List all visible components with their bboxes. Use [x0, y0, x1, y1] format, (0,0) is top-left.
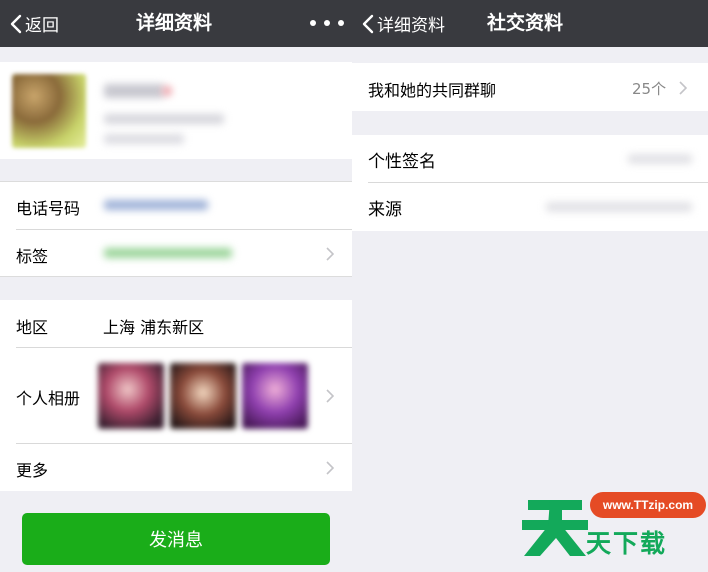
chevron-right-icon [326, 247, 334, 261]
send-message-button[interactable]: 发消息 [22, 513, 330, 565]
chevron-right-icon [679, 81, 687, 95]
extra-info-section: 地区 上海 浦东新区 个人相册 更多 [0, 300, 352, 491]
group-chats-row[interactable]: 我和她的共同群聊 25个 [352, 63, 708, 111]
watermark-text: 天下载 [586, 529, 668, 558]
tags-label: 标签 [16, 247, 49, 266]
region-row: 地区 上海 浦东新区 [0, 300, 352, 348]
contact-info-section: 电话号码 标签 [0, 181, 352, 277]
signature-row: 个性签名 [352, 135, 708, 183]
source-label: 来源 [368, 200, 402, 220]
tags-row[interactable]: 标签 [0, 229, 352, 277]
avatar [12, 74, 86, 148]
profile-wechat-id [104, 114, 224, 124]
social-info-section: 个性签名 来源 [352, 135, 708, 231]
profile-header[interactable] [0, 62, 352, 159]
more-dots-icon [310, 20, 316, 26]
phone-value [104, 200, 208, 210]
phone-row[interactable]: 电话号码 [0, 181, 352, 229]
back-label: 返回 [25, 16, 59, 36]
back-button[interactable]: 返回 [10, 0, 59, 47]
source-row: 来源 [352, 183, 708, 231]
phone-label: 电话号码 [16, 199, 81, 218]
signature-value [628, 154, 692, 164]
profile-nickname-secondary [104, 134, 184, 144]
profile-nickname [104, 84, 164, 98]
back-label: 详细资料 [377, 16, 445, 36]
tags-value [104, 248, 232, 258]
gender-badge [162, 86, 172, 96]
page-title: 详细资料 [136, 12, 213, 34]
album-photo [242, 363, 308, 429]
album-label: 个人相册 [16, 389, 81, 408]
signature-label: 个性签名 [368, 152, 436, 172]
chevron-left-icon [362, 14, 374, 33]
watermark-badge: www.TTzip.com [590, 492, 706, 518]
region-value: 上海 浦东新区 [103, 318, 205, 337]
source-value [546, 202, 692, 212]
site-watermark: www.TTzip.com 天下载 [516, 484, 706, 564]
album-photo [170, 363, 236, 429]
navbar: 详细资料 社交资料 [352, 0, 708, 47]
watermark-logo [522, 500, 588, 556]
back-button[interactable]: 详细资料 [362, 0, 445, 47]
navbar: 返回 详细资料 [0, 0, 352, 47]
group-chats-count: 25个 [632, 80, 667, 98]
album-row[interactable]: 个人相册 [0, 348, 352, 443]
chevron-right-icon [326, 389, 334, 403]
chevron-left-icon [10, 14, 22, 33]
page-title: 社交资料 [487, 12, 564, 34]
more-row[interactable]: 更多 [0, 444, 352, 491]
chevron-right-icon [326, 461, 334, 475]
more-options-button[interactable] [310, 10, 344, 36]
album-photo [98, 363, 164, 429]
group-chats-label: 我和她的共同群聊 [368, 81, 497, 100]
detail-profile-screen: 返回 详细资料 电话号码 标签 地区 上海 浦东新区 个人相册 更多 发消息 [0, 0, 352, 572]
region-label: 地区 [16, 318, 49, 337]
more-label: 更多 [16, 461, 49, 480]
